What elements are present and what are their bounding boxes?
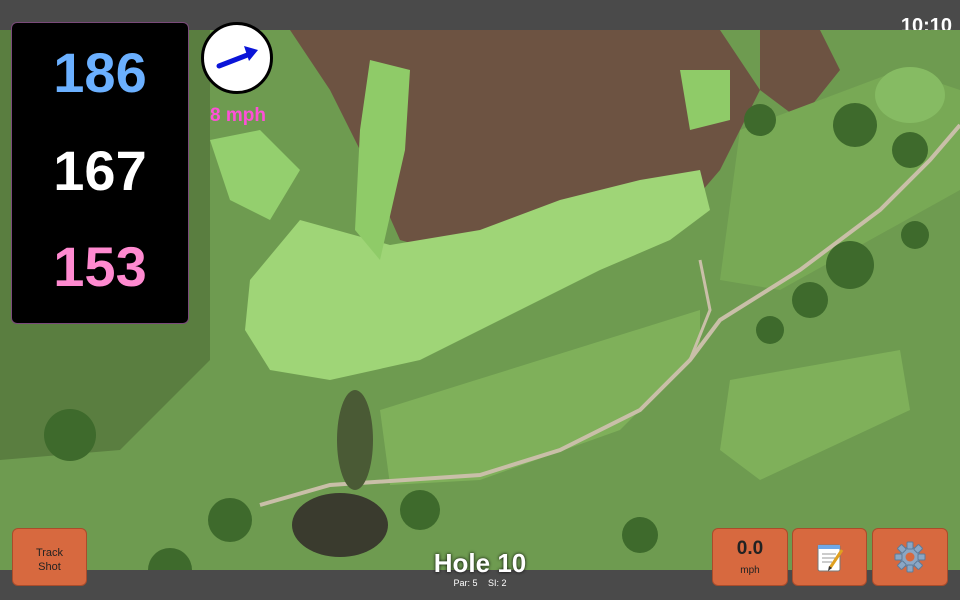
notes-button[interactable] (792, 528, 867, 586)
gear-icon (894, 541, 926, 573)
hole-par: Par: 5 (453, 578, 478, 588)
wind-speed-label: 8 mph (210, 105, 266, 126)
wind-speed-button[interactable]: 0.0 mph (712, 528, 788, 586)
notepad-icon (817, 544, 843, 572)
wind-button-unit: mph (740, 565, 760, 576)
distance-panel: 186 167 153 (11, 22, 189, 324)
track-shot-label-line1: Track (35, 547, 64, 559)
hole-details: Par: 5 SI: 2 (380, 577, 580, 589)
track-shot-label-line2: Shot (38, 561, 61, 573)
wind-arrow-icon (216, 46, 258, 69)
front-distance: 153 (53, 235, 147, 298)
back-distance: 186 (53, 41, 147, 104)
hole-stroke-index: SI: 2 (488, 578, 507, 588)
wind-button-value: 0.0 (736, 538, 764, 559)
center-distance: 167 (53, 139, 147, 202)
hole-title: Hole 10 (433, 548, 527, 578)
track-shot-button[interactable]: Track Shot (12, 528, 87, 586)
settings-button[interactable] (872, 528, 948, 586)
wind-direction-indicator (201, 22, 273, 94)
